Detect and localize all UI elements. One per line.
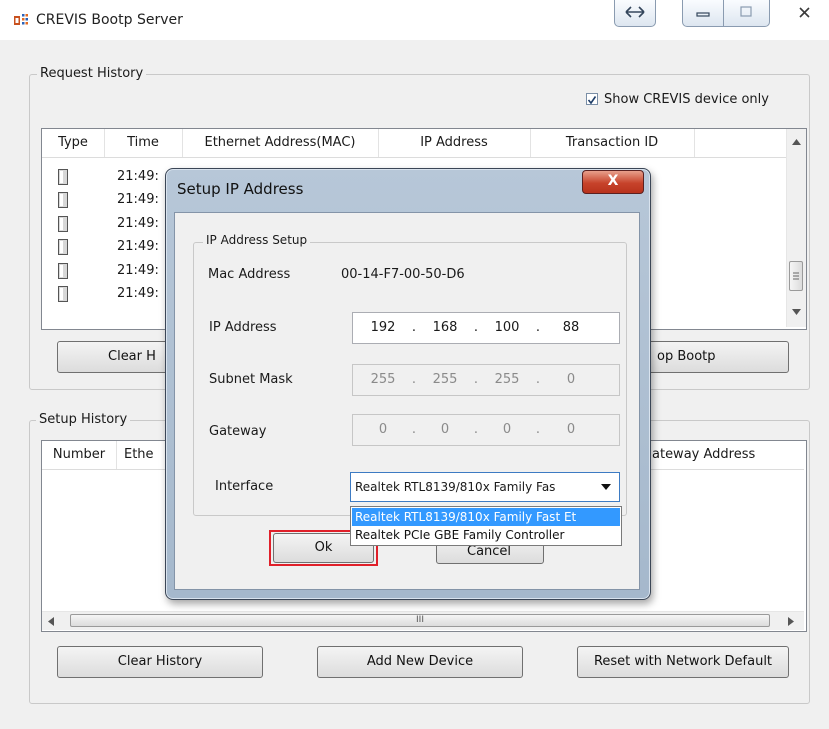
ip-address-label: IP Address [209,320,277,335]
scroll-thumb[interactable] [789,261,803,291]
minimize-icon [696,12,710,17]
gateway-octet-1: 0 [378,422,388,437]
show-crevis-only-label: Show CREVIS device only [604,91,769,107]
gateway-octet-3: 0 [502,422,512,437]
device-icon [58,216,68,232]
interface-label: Interface [215,479,274,494]
subnet-mask-field[interactable]: 255 . 255 . 255 . 0 [352,364,620,396]
subnet-mask-label: Subnet Mask [209,372,293,387]
gateway-field[interactable]: 0 . 0 . 0 . 0 [352,414,620,446]
row-time: 21:49: [117,263,159,278]
row-time: 21:49: [117,216,159,231]
app-logo-icon [14,14,28,25]
mac-address-label: Mac Address [208,267,291,282]
close-icon [799,7,810,18]
column-header-mac[interactable]: Ethernet Address(MAC) [182,129,379,157]
maximize-button[interactable] [724,0,769,26]
gateway-octet-2: 0 [440,422,450,437]
grip-icon [793,272,799,280]
column-header-type[interactable]: Type [42,129,105,157]
ip-octet-1[interactable]: 192 [361,320,405,335]
stop-bootp-label: op Bootp [657,349,716,364]
cancel-label: Cancel [467,544,512,559]
gateway-dot: . [473,422,479,437]
scroll-right-arrow-icon[interactable] [788,617,794,626]
maximize-icon [740,6,752,17]
subnet-octet-3: 255 [494,372,520,387]
mac-address-value: 00-14-F7-00-50-D6 [341,267,465,282]
column-header-time[interactable]: Time [104,129,183,157]
row-time: 21:49: [117,239,159,254]
scroll-left-arrow-icon[interactable] [48,617,54,626]
ip-octet-3[interactable]: 100 [485,320,529,335]
interface-option-1[interactable]: Realtek RTL8139/810x Family Fast Et [352,508,620,526]
reset-network-default-button[interactable]: Reset with Network Default [577,646,789,678]
double-arrow-icon [625,6,645,18]
checkmark-icon [587,96,597,105]
gateway-label: Gateway [209,424,267,439]
clear-request-history-label: Clear H [108,349,156,364]
resize-toggle-button[interactable] [614,0,656,27]
setup-list-hscrollbar[interactable]: III [42,611,804,630]
request-history-label: Request History [37,66,147,81]
device-icon [58,286,68,302]
device-icon [58,192,68,208]
grip-label: III [416,615,424,625]
subnet-dot: . [473,372,479,387]
ip-octet-2[interactable]: 168 [423,320,467,335]
add-new-device-button[interactable]: Add New Device [317,646,523,678]
row-time: 21:49: [117,169,159,184]
interface-dropdown-list[interactable]: Realtek RTL8139/810x Family Fast Et Real… [350,506,622,546]
interface-dropdown[interactable]: Realtek RTL8139/810x Family Fas [350,472,620,502]
request-list-scrollbar[interactable] [786,129,806,327]
chevron-down-icon [601,484,611,490]
subnet-octet-2: 255 [432,372,458,387]
subnet-octet-1: 255 [370,372,396,387]
ip-address-field[interactable]: 192 . 168 . 100 . 88 [352,312,620,344]
dialog-title: Setup IP Address [177,180,304,198]
device-icon [58,263,68,279]
interface-selected-value: Realtek RTL8139/810x Family Fas [355,480,556,494]
column-header-ip[interactable]: IP Address [378,129,531,157]
ip-dot: . [535,320,541,335]
row-time: 21:49: [117,192,159,207]
subnet-dot: . [535,372,541,387]
request-list-header: Type Time Ethernet Address(MAC) IP Addre… [42,129,786,158]
hscroll-thumb[interactable]: III [70,614,770,627]
ip-octet-4[interactable]: 88 [549,320,593,335]
close-icon: X [607,173,619,189]
ip-address-setup-label: IP Address Setup [203,233,311,247]
minimize-button[interactable] [683,0,723,26]
gateway-dot: . [535,422,541,437]
title-bar: CREVIS Bootp Server [0,0,829,40]
column-header-gateway-address[interactable]: ateway Address [652,441,804,469]
window-title: CREVIS Bootp Server [36,12,183,28]
scroll-up-arrow-icon[interactable] [792,139,801,145]
checkbox-box[interactable] [586,93,598,105]
subnet-dot: . [411,372,417,387]
column-header-number[interactable]: Number [42,441,117,469]
close-window-button[interactable] [790,2,820,24]
ip-dot: . [473,320,479,335]
ip-dot: . [411,320,417,335]
device-icon [58,169,68,185]
interface-option-2[interactable]: Realtek PCIe GBE Family Controller [352,526,620,544]
gateway-dot: . [411,422,417,437]
dialog-close-button[interactable]: X [582,170,644,194]
window-controls [682,0,770,27]
subnet-octet-4: 0 [566,372,576,387]
clear-history-button[interactable]: Clear History [57,646,263,678]
scroll-down-arrow-icon[interactable] [792,309,801,315]
device-icon [58,239,68,255]
gateway-octet-4: 0 [566,422,576,437]
show-crevis-only-checkbox[interactable]: Show CREVIS device only [586,90,769,108]
row-time: 21:49: [117,286,159,301]
column-header-transaction-id[interactable]: Transaction ID [530,129,695,157]
setup-history-label: Setup History [36,412,131,427]
